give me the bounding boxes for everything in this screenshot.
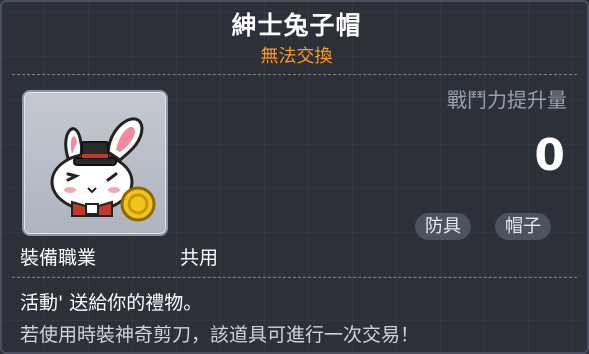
- trade-status: 無法交換: [260, 46, 333, 67]
- combat-power-value: 0: [534, 130, 565, 181]
- item-name: 紳士兔子帽: [231, 11, 362, 40]
- equip-job-label: 裝備職業: [20, 247, 97, 269]
- description-line-1: 活動' 送給你的禮物。: [20, 292, 203, 314]
- combat-power-label: 戰鬥力提升量: [447, 88, 567, 112]
- item-icon-frame: [22, 90, 168, 236]
- item-tooltip: 紳士兔子帽 無法交換 戰鬥力提升量 0 防具 帽子 裝備職業 共用 活動' 送給…: [0, 0, 589, 354]
- armor-tag: 防具: [415, 213, 471, 240]
- equip-job-value: 共用: [180, 247, 219, 269]
- description-line-2: 若使用時裝神奇剪刀，該道具可進行一次交易！: [20, 324, 420, 346]
- hat-tag: 帽子: [495, 213, 551, 240]
- divider-top: [12, 74, 577, 75]
- divider-bottom: [12, 277, 577, 278]
- gentleman-rabbit-hat-icon: [50, 117, 156, 222]
